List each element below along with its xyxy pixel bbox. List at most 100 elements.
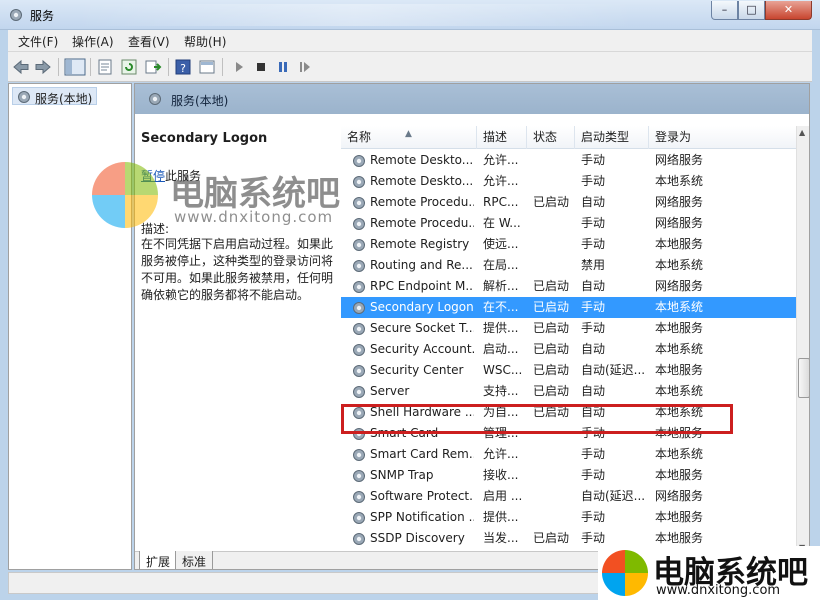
list-header: 名称 ▲ 描述 状态 启动类型 登录为 <box>341 126 797 149</box>
column-status[interactable]: 状态 <box>527 126 575 149</box>
service-gear-icon <box>353 344 365 356</box>
cell-name: Remote Procedu... <box>370 195 474 209</box>
help-icon[interactable]: ? <box>174 58 192 76</box>
cell-startup: 手动 <box>581 174 606 188</box>
watermark-corner: 电脑系统吧 www.dnxitong.com <box>598 546 820 600</box>
service-gear-icon <box>353 239 365 251</box>
export-list-icon[interactable] <box>144 58 162 76</box>
console-tree-icon[interactable] <box>64 58 86 76</box>
service-gear-icon <box>353 533 365 545</box>
table-row[interactable]: Server 支持... 已启动 自动 本地系统 <box>341 381 797 402</box>
column-log-on-as[interactable]: 登录为 <box>649 126 797 149</box>
cell-desc: WSC... <box>483 363 523 377</box>
cell-logon: 本地系统 <box>655 447 704 461</box>
vertical-scrollbar[interactable]: ▲ ▼ <box>796 126 809 554</box>
cell-status: 已启动 <box>533 195 570 209</box>
column-description[interactable]: 描述 <box>477 126 527 149</box>
toolbar: ? <box>8 52 812 82</box>
cell-name: Security Center <box>370 363 464 377</box>
service-gear-icon <box>353 197 365 209</box>
cell-logon: 本地系统 <box>655 384 704 398</box>
cell-startup: 禁用 <box>581 258 606 272</box>
cell-desc: 启动... <box>483 342 519 356</box>
scrollbar-thumb[interactable] <box>798 358 809 398</box>
tab-standard[interactable]: 标准 <box>175 551 214 569</box>
cell-desc: 在局... <box>483 258 519 272</box>
tab-extended[interactable]: 扩展 <box>139 551 178 569</box>
close-button[interactable]: ✕ <box>765 1 812 20</box>
window-title: 服务 <box>30 9 55 23</box>
cell-status: 已启动 <box>533 321 570 335</box>
cell-name: Routing and Re... <box>370 258 473 272</box>
cell-startup: 自动(延迟... <box>581 363 646 377</box>
cell-name: Secondary Logon <box>370 300 474 314</box>
table-row[interactable]: Routing and Re... 在局... 禁用 本地系统 <box>341 255 797 276</box>
stop-icon[interactable] <box>252 58 270 76</box>
watermark-url: www.dnxitong.com <box>174 208 334 226</box>
play-icon[interactable] <box>230 58 248 76</box>
table-row[interactable]: Security Account... 启动... 已启动 自动 本地系统 <box>341 339 797 360</box>
cell-startup: 自动 <box>581 279 606 293</box>
menu-bar: 文件(F) 操作(A) 查看(V) 帮助(H) <box>8 30 812 52</box>
content-header: 服务(本地) <box>135 84 809 114</box>
service-gear-icon <box>353 176 365 188</box>
scroll-up-icon[interactable]: ▲ <box>799 128 805 137</box>
cell-status: 已启动 <box>533 531 570 545</box>
tree-item-services-local[interactable]: 服务(本地) <box>12 87 98 106</box>
description-text: 在不同凭据下启用启动过程。如果此服务被停止，这种类型的登录访问将不可用。如果此服… <box>141 237 334 302</box>
column-startup-type[interactable]: 启动类型 <box>575 126 649 149</box>
table-row[interactable]: Secondary Logon 在不... 已启动 手动 本地系统 <box>341 297 797 318</box>
service-gear-icon <box>353 449 365 461</box>
resume-icon[interactable] <box>296 58 314 76</box>
forward-arrow-icon[interactable] <box>34 58 52 76</box>
cell-desc: 启用 ... <box>483 489 523 503</box>
cell-name: RPC Endpoint M... <box>370 279 474 293</box>
service-gear-icon <box>353 470 365 482</box>
table-row[interactable]: Smart Card Rem... 允许... 手动 本地系统 <box>341 444 797 465</box>
column-name[interactable]: 名称 ▲ <box>341 126 477 149</box>
windows-logo-icon <box>602 550 648 596</box>
menu-help[interactable]: 帮助(H) <box>184 33 226 50</box>
cell-startup: 自动(延迟... <box>581 489 646 503</box>
table-row[interactable]: Secure Socket T... 提供... 已启动 手动 本地服务 <box>341 318 797 339</box>
table-row[interactable]: Remote Deskto... 允许... 手动 本地系统 <box>341 171 797 192</box>
service-gear-icon <box>353 155 365 167</box>
annotation-highlight-box <box>341 404 733 434</box>
maximize-button[interactable]: □ <box>738 1 765 20</box>
cell-startup: 手动 <box>581 216 606 230</box>
cell-name: Remote Registry <box>370 237 470 251</box>
table-row[interactable]: Remote Registry 使远... 手动 本地服务 <box>341 234 797 255</box>
refresh-icon[interactable] <box>120 58 138 76</box>
cell-status: 已启动 <box>533 342 570 356</box>
table-row[interactable]: SNMP Trap 接收... 手动 本地服务 <box>341 465 797 486</box>
cell-logon: 本地系统 <box>655 258 704 272</box>
cell-name: Software Protect... <box>370 489 474 503</box>
table-row[interactable]: Remote Procedu... RPC... 已启动 自动 网络服务 <box>341 192 797 213</box>
properties-icon[interactable] <box>96 58 114 76</box>
cell-startup: 手动 <box>581 447 606 461</box>
cell-desc: 允许... <box>483 447 519 461</box>
table-row[interactable]: Remote Procedu... 在 W... 手动 网络服务 <box>341 213 797 234</box>
minimize-button[interactable]: – <box>711 1 738 20</box>
pause-icon[interactable] <box>274 58 292 76</box>
table-row[interactable]: Remote Deskto... 允许... 手动 网络服务 <box>341 150 797 171</box>
cell-logon: 本地服务 <box>655 363 704 377</box>
cell-logon: 网络服务 <box>655 279 704 293</box>
cell-status: 已启动 <box>533 363 570 377</box>
table-row[interactable]: Software Protect... 启用 ... 自动(延迟... 网络服务 <box>341 486 797 507</box>
cell-logon: 本地服务 <box>655 321 704 335</box>
service-gear-icon <box>353 512 365 524</box>
table-row[interactable]: SPP Notification ... 提供... 手动 本地服务 <box>341 507 797 528</box>
cell-desc: 允许... <box>483 153 519 167</box>
cell-startup: 自动 <box>581 384 606 398</box>
menu-action[interactable]: 操作(A) <box>72 33 114 50</box>
menu-view[interactable]: 查看(V) <box>128 33 170 50</box>
console-tree: 服务(本地) <box>8 83 132 570</box>
cell-startup: 手动 <box>581 468 606 482</box>
table-row[interactable]: RPC Endpoint M... 解析... 已启动 自动 网络服务 <box>341 276 797 297</box>
table-row[interactable]: Security Center WSC... 已启动 自动(延迟... 本地服务 <box>341 360 797 381</box>
show-hide-icon[interactable] <box>198 58 216 76</box>
menu-file[interactable]: 文件(F) <box>18 33 58 50</box>
back-arrow-icon[interactable] <box>12 58 30 76</box>
cell-name: Server <box>370 384 410 398</box>
